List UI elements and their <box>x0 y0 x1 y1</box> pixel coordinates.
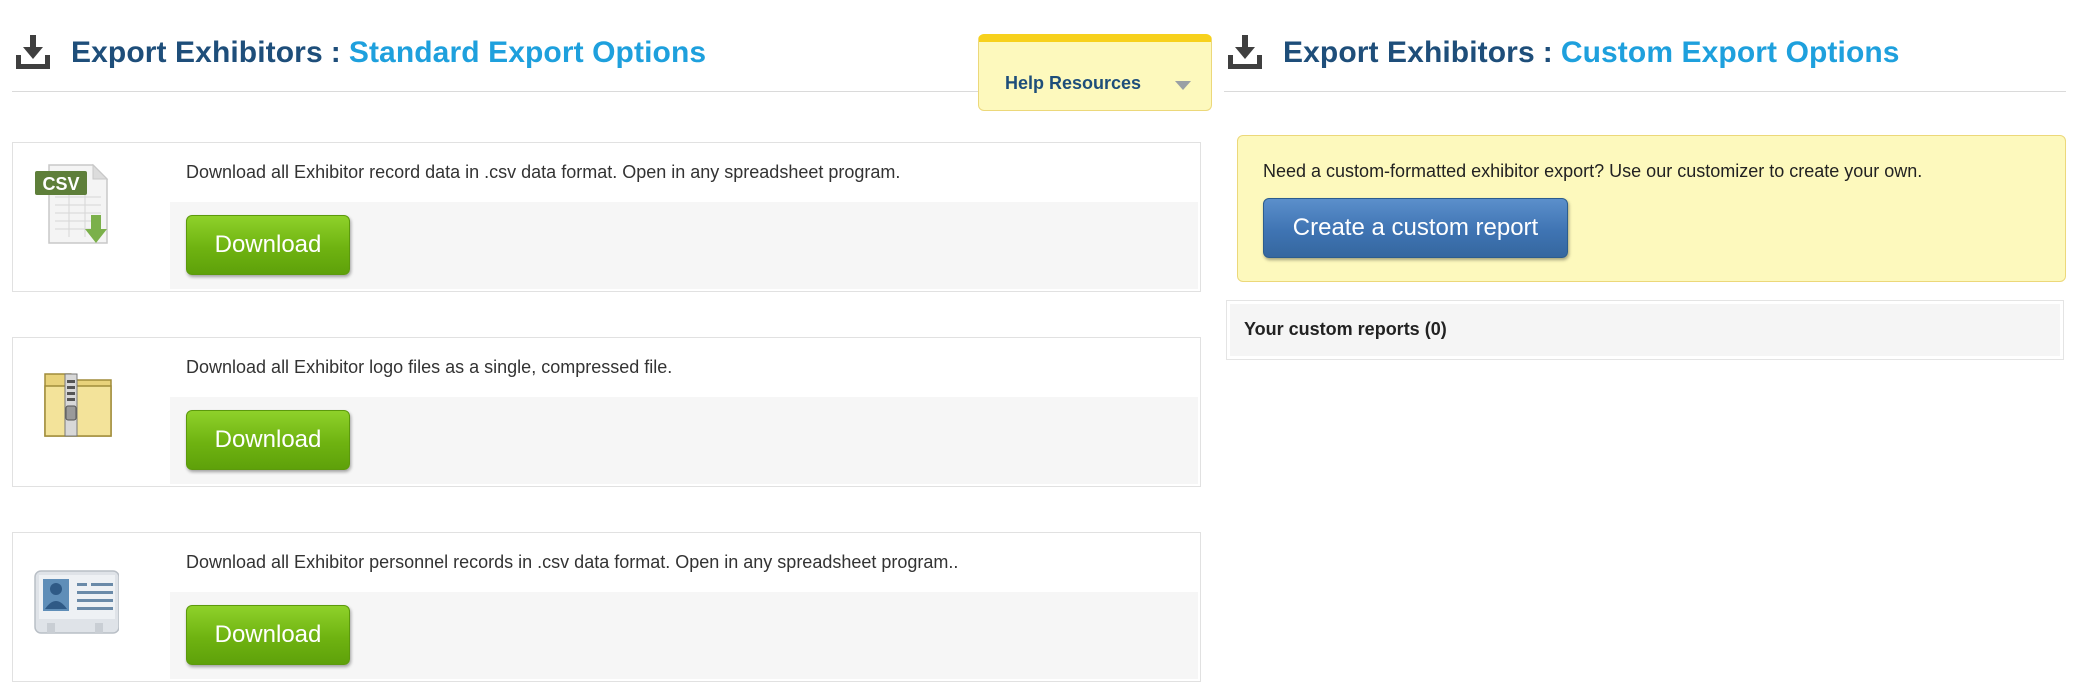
page-subtitle: Standard Export Options <box>348 36 707 69</box>
svg-text:CSV: CSV <box>42 174 79 194</box>
create-custom-report-button[interactable]: Create a custom report <box>1263 198 1568 258</box>
custom-export-header: Export Exhibitors: Custom Export Options <box>1224 30 2066 92</box>
custom-report-callout: Need a custom-formatted exhibitor export… <box>1237 135 2066 282</box>
help-resources-label: Help Resources <box>1005 73 1142 93</box>
caret-down-icon <box>1175 81 1191 90</box>
zip-folder-icon <box>44 373 112 437</box>
download-button-exhibitor-records[interactable]: Download <box>186 215 350 275</box>
export-card-personnel-records: Download all Exhibitor personnel records… <box>12 532 1201 682</box>
export-card-logo-files: Download all Exhibitor logo files as a s… <box>12 337 1201 487</box>
export-card-body: Download all Exhibitor personnel records… <box>170 533 1200 681</box>
download-tray-icon <box>16 35 50 69</box>
export-description: Download all Exhibitor personnel records… <box>186 552 959 572</box>
download-button-personnel-records[interactable]: Download <box>186 605 350 665</box>
export-action-area: Download <box>170 397 1198 484</box>
export-card-body: Download all Exhibitor record data in .c… <box>170 143 1200 291</box>
custom-section-title: Export Exhibitors: Custom Export Options <box>1283 36 1900 69</box>
csv-file-icon: CSV <box>35 163 109 244</box>
custom-section-subtitle: Custom Export Options <box>1560 36 1900 69</box>
custom-reports-label: Your custom reports (0) <box>1244 319 1447 339</box>
download-tray-icon <box>1228 35 1262 69</box>
export-card-exhibitor-records: CSV Download all Exhibitor record data i… <box>12 142 1201 292</box>
export-description: Download all Exhibitor record data in .c… <box>186 162 901 182</box>
help-resources-dropdown[interactable]: Help Resources <box>978 34 1212 111</box>
export-action-area: Download <box>170 202 1198 289</box>
id-card-icon <box>34 570 119 634</box>
export-action-area: Download <box>170 592 1198 679</box>
custom-report-description: Need a custom-formatted exhibitor export… <box>1263 161 1923 181</box>
custom-reports-panel[interactable]: Your custom reports (0) <box>1226 300 2064 360</box>
download-button-logo-files[interactable]: Download <box>186 410 350 470</box>
export-description: Download all Exhibitor logo files as a s… <box>186 357 673 377</box>
page-title: Export Exhibitors: Standard Export Option… <box>71 36 707 69</box>
export-card-body: Download all Exhibitor logo files as a s… <box>170 338 1200 486</box>
